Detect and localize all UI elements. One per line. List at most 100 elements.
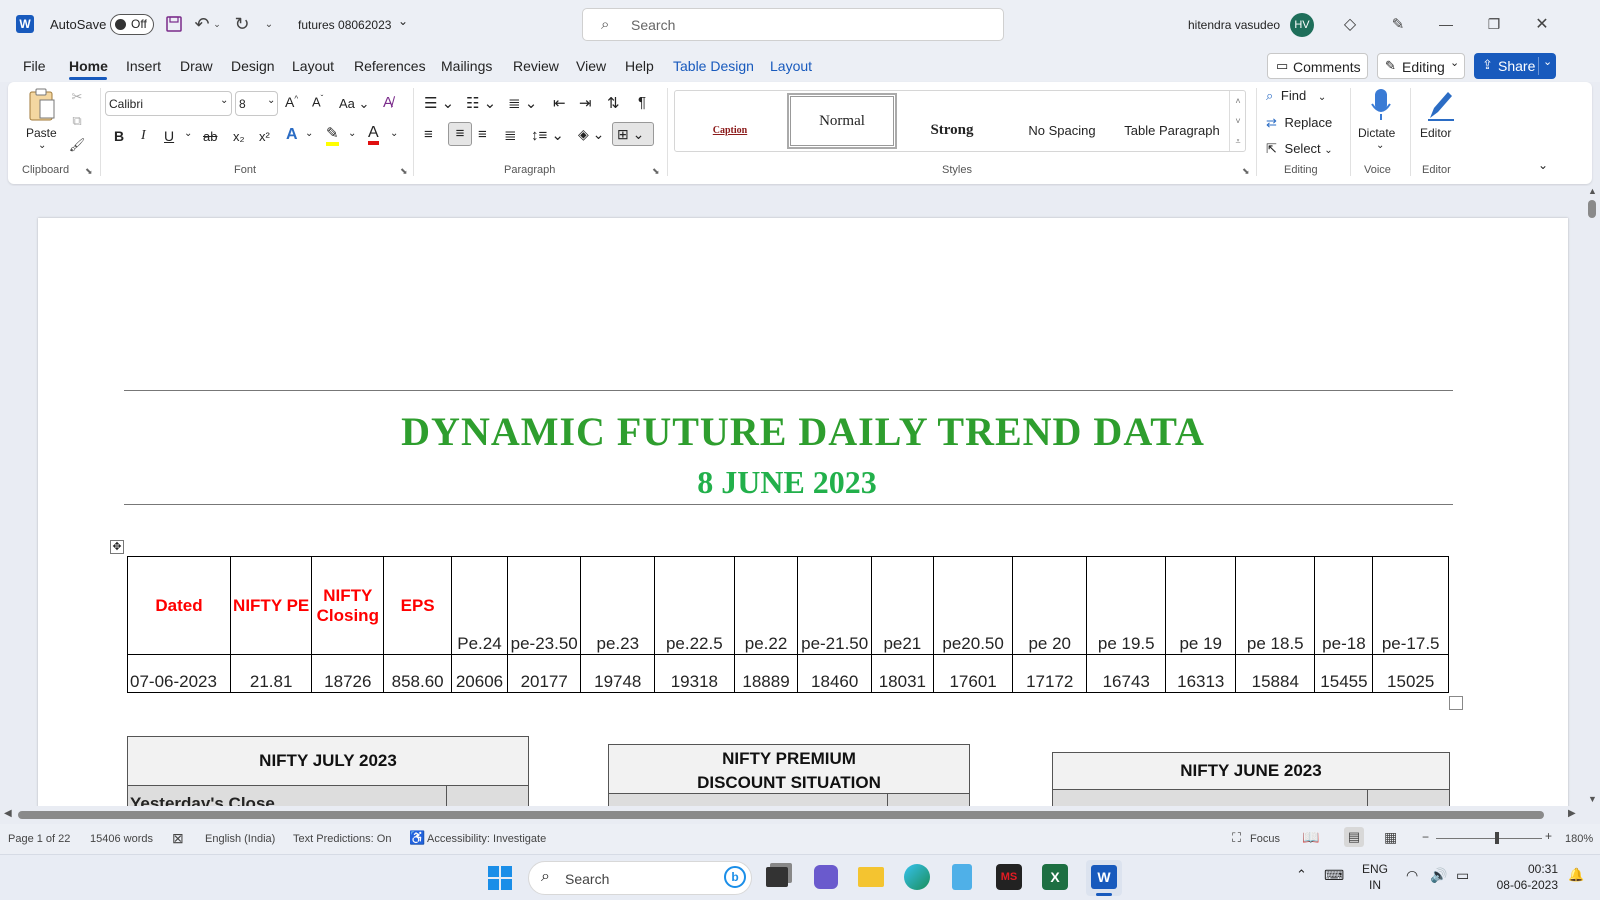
table-cell[interactable]: 19748 (580, 654, 656, 693)
subscript-button[interactable]: x₂ (233, 129, 245, 144)
table-cell[interactable]: 20606 (451, 654, 508, 693)
start-icon[interactable] (488, 866, 512, 890)
volume-icon[interactable]: 🔊 (1430, 867, 1447, 884)
scroll-down-icon[interactable]: ▼ (1588, 794, 1597, 804)
undo-dropdown-icon[interactable]: ⌄ (212, 14, 222, 34)
table-header-cell[interactable]: pe-23.50 (506, 556, 582, 655)
tab-table-design[interactable]: Table Design (673, 58, 754, 74)
read-mode-icon[interactable]: 📖 (1302, 829, 1319, 846)
tab-references[interactable]: References (354, 58, 426, 74)
decrease-indent-icon[interactable]: ⇤ (553, 94, 566, 112)
numbering-icon[interactable]: ☷ ⌄ (466, 94, 496, 112)
table-header-cell[interactable]: EPS (383, 556, 453, 655)
text-predictions-status[interactable]: Text Predictions: On (293, 833, 391, 845)
table-cell[interactable]: 858.60 (383, 654, 453, 693)
minimize-icon[interactable]: — (1436, 13, 1456, 35)
accessibility-status[interactable]: Accessibility: Investigate (427, 833, 546, 845)
tab-view[interactable]: View (576, 58, 606, 74)
dialog-launcher-icon[interactable]: ⬊ (652, 166, 660, 177)
align-left-icon[interactable]: ≡ (424, 126, 433, 143)
taskbar-search[interactable]: ⌕ Search b (528, 861, 752, 895)
collapse-ribbon-icon[interactable]: ⌄ (1538, 158, 1548, 172)
customize-qat-icon[interactable]: ⌄ (262, 14, 276, 34)
scroll-right-icon[interactable]: ▶ (1568, 808, 1576, 819)
pen-icon[interactable]: ✎ (1388, 13, 1408, 35)
tab-mailings[interactable]: Mailings (441, 58, 492, 74)
table-cell[interactable]: 21.81 (229, 654, 313, 693)
change-case-button[interactable]: Aa ⌄ (339, 96, 369, 112)
chevron-down-icon[interactable]: ⌄ (390, 128, 398, 139)
tab-table-layout[interactable]: Layout (770, 58, 812, 74)
text-effects-icon[interactable]: A (286, 126, 298, 144)
show-marks-icon[interactable]: ¶ (638, 94, 646, 111)
proofing-icon[interactable]: ⊠ (172, 830, 184, 847)
redo-icon[interactable]: ↻ (232, 14, 252, 34)
sort-icon[interactable]: ⇅ (607, 94, 620, 112)
underline-button[interactable]: U (164, 128, 174, 144)
table-header-cell[interactable]: Pe.24 (451, 556, 508, 655)
horizontal-scrollbar[interactable]: ◀ ▶ (0, 808, 1584, 822)
chevron-down-icon[interactable]: ⌄ (184, 128, 192, 139)
chevron-down-icon[interactable]: ⌄ (348, 128, 356, 139)
chat-icon[interactable] (814, 865, 838, 889)
line-spacing-icon[interactable]: ↕≡ ⌄ (531, 126, 564, 144)
table-cell[interactable]: 16313 (1165, 654, 1237, 693)
table-header-cell[interactable]: pe20.50 (932, 556, 1014, 655)
tab-help[interactable]: Help (625, 58, 654, 74)
tab-review[interactable]: Review (513, 58, 559, 74)
table-header-cell[interactable]: pe 19.5 (1086, 556, 1167, 655)
align-right-icon[interactable]: ≡ (478, 126, 487, 143)
table-cell[interactable]: 19318 (654, 654, 735, 693)
wifi-icon[interactable]: ◠ (1406, 867, 1418, 884)
font-name-field[interactable]: Calibri ⌄ (105, 91, 232, 116)
notification-icon[interactable]: 🔔 (1568, 867, 1584, 883)
table-cell[interactable]: 20177 (506, 654, 582, 693)
battery-icon[interactable]: ▭ (1456, 867, 1469, 884)
table-header-cell[interactable]: pe-21.50 (797, 556, 872, 655)
web-layout-icon[interactable]: ▦ (1384, 829, 1397, 846)
tab-file[interactable]: File (23, 58, 46, 74)
word-taskbar-icon[interactable]: W (1086, 860, 1122, 896)
styles-scroll[interactable]: ˄ ˅ ⩡ (1229, 91, 1246, 151)
zoom-level[interactable]: 180% (1565, 833, 1593, 845)
cut-icon[interactable]: ✂ (68, 88, 86, 106)
clock[interactable]: 00:31 08-06-2023 (1488, 861, 1558, 893)
table-header-cell[interactable]: NIFTY PE (229, 556, 313, 655)
style-caption[interactable]: Caption (675, 101, 785, 159)
print-layout-icon[interactable]: ▤ (1344, 827, 1364, 847)
user-name[interactable]: hitendra vasudeo (1188, 18, 1280, 32)
font-color-icon[interactable]: A (368, 124, 379, 145)
edge-icon[interactable] (904, 864, 930, 890)
doc-name-chevron-icon[interactable]: ⌄ (398, 14, 408, 28)
table-cell[interactable]: 17172 (1012, 654, 1088, 693)
restore-icon[interactable]: ❐ (1484, 13, 1504, 35)
dialog-launcher-icon[interactable]: ⬊ (400, 166, 408, 177)
file-explorer-icon[interactable] (858, 867, 884, 887)
table-header-cell[interactable]: pe-18 (1314, 556, 1374, 655)
focus-button[interactable]: Focus (1250, 833, 1280, 845)
table-header-cell[interactable]: pe21 (870, 556, 934, 655)
style-table-paragraph[interactable]: Table Paragraph (1117, 101, 1227, 159)
multilevel-list-icon[interactable]: ≣ ⌄ (508, 94, 537, 112)
table-cell[interactable]: 15455 (1314, 654, 1374, 693)
bold-button[interactable]: B (114, 128, 124, 144)
table-cell[interactable]: 16743 (1086, 654, 1167, 693)
trend-table[interactable]: Dated NIFTY PE NIFTY Closing EPS Pe.24 pe-23.… (127, 556, 1449, 693)
keyboard-icon[interactable]: ⌨ (1324, 867, 1344, 884)
save-icon[interactable] (164, 14, 184, 34)
tab-design[interactable]: Design (231, 58, 275, 74)
font-size-field[interactable]: 8 ⌄ (235, 91, 278, 116)
table-cell[interactable]: 18726 (311, 654, 385, 693)
editor-button[interactable]: Editor (1416, 86, 1464, 158)
comments-button[interactable]: ▭ Comments (1267, 53, 1368, 79)
tray-overflow-icon[interactable]: ⌃ (1296, 867, 1307, 883)
document-page[interactable]: DYNAMIC FUTURE DAILY TREND DATA 8 JUNE 2… (38, 218, 1568, 806)
horizontal-scroll-thumb[interactable] (18, 811, 1544, 819)
table-cell[interactable]: 07-06-2023 (127, 654, 231, 693)
justify-icon[interactable]: ≣ (504, 126, 517, 144)
style-normal[interactable]: Normal (787, 93, 897, 149)
highlight-icon[interactable]: ✎ (326, 126, 339, 146)
grow-font-button[interactable]: A^ (285, 94, 298, 110)
replace-button[interactable]: ⇄ Replace (1266, 115, 1332, 131)
tab-layout[interactable]: Layout (292, 58, 334, 74)
